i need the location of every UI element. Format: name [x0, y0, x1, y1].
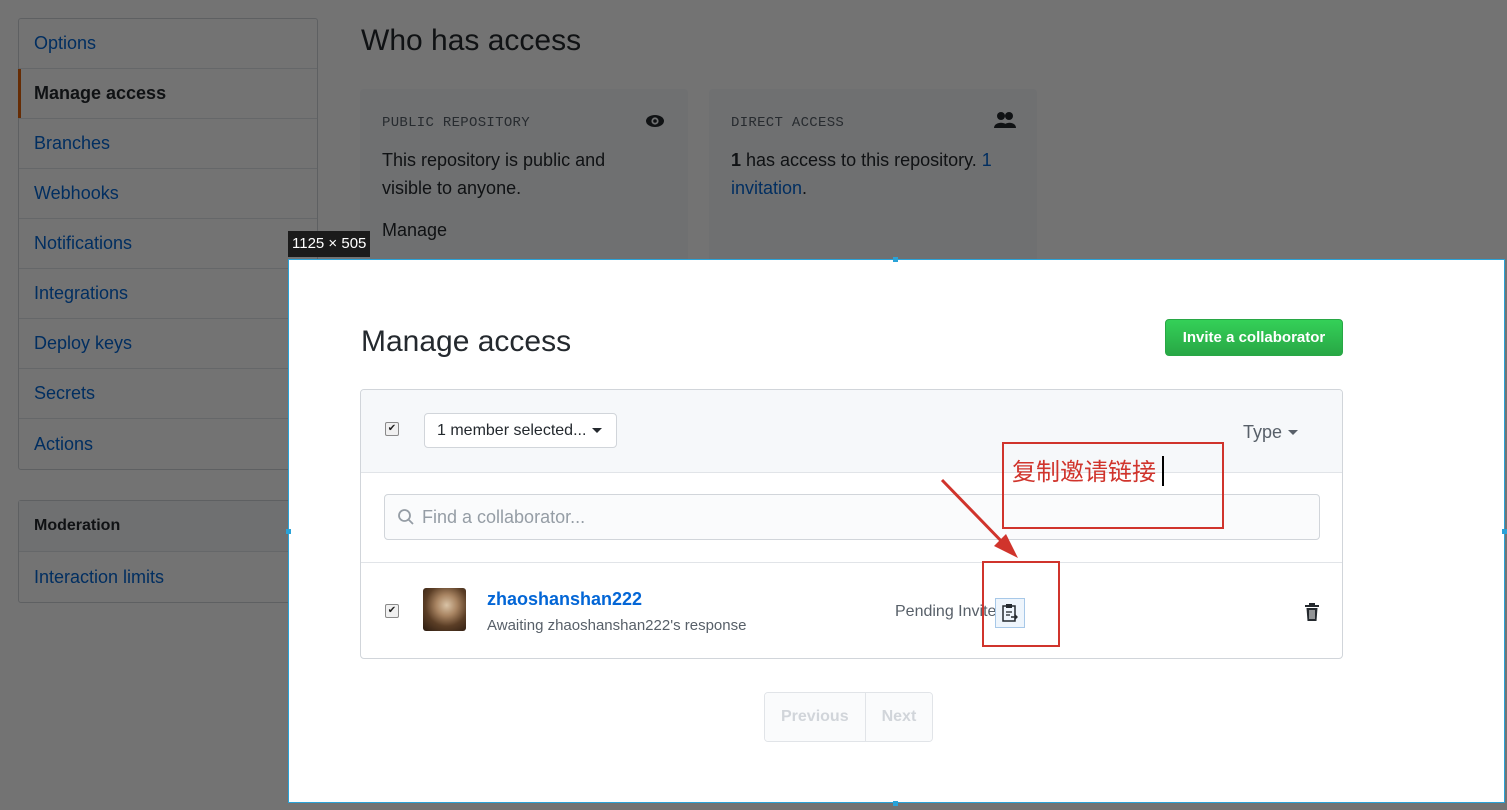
direct-access-text: 1 has access to this repository. 1 invit…: [731, 146, 1021, 202]
sidebar-item-webhooks[interactable]: Webhooks: [19, 169, 317, 219]
public-repository-text: This repository is public and visible to…: [382, 150, 606, 198]
settings-sidebar: Options Manage access Branches Webhooks …: [18, 18, 318, 470]
direct-access-description: has access to this repository.: [741, 150, 982, 170]
direct-access-suffix: .: [802, 178, 808, 198]
select-all-checkbox[interactable]: ✔: [385, 422, 399, 436]
annotation-text: 复制邀请链接: [1012, 458, 1156, 486]
sidebar-item-branches[interactable]: Branches: [19, 119, 317, 169]
invite-collaborator-button[interactable]: Invite a collaborator: [1165, 319, 1343, 356]
pagination: Previous Next: [764, 692, 934, 742]
search-icon: [397, 508, 415, 526]
resize-handle-left[interactable]: [286, 529, 291, 534]
member-username-link[interactable]: zhaoshanshan222: [487, 589, 642, 610]
previous-page-button[interactable]: Previous: [765, 693, 865, 741]
direct-access-count: 1: [731, 150, 742, 170]
sidebar-item-interaction-limits[interactable]: Interaction limits: [19, 552, 317, 602]
member-row-checkbox[interactable]: ✔: [385, 604, 399, 618]
public-repository-label: PUBLIC REPOSITORY: [382, 115, 530, 131]
member-status-text: Awaiting zhaoshanshan222's response: [487, 617, 747, 634]
annotation-arrow: [940, 478, 1018, 558]
public-repository-box: PUBLIC REPOSITORY This repository is pub…: [360, 89, 688, 267]
resize-handle-top[interactable]: [893, 257, 898, 262]
avatar: [423, 588, 466, 631]
next-page-button[interactable]: Next: [864, 693, 933, 741]
moderation-heading: Moderation: [19, 501, 317, 552]
direct-access-label: DIRECT ACCESS: [731, 115, 845, 131]
moderation-sidebar: Moderation Interaction limits: [18, 500, 318, 603]
type-filter-label: Type: [1243, 422, 1283, 442]
sidebar-item-manage-access[interactable]: Manage access: [18, 69, 317, 119]
text-cursor: [1162, 456, 1164, 486]
sidebar-item-notifications[interactable]: Notifications: [19, 219, 317, 269]
manage-access-title: Manage access: [361, 325, 572, 358]
chevron-down-icon: [1288, 430, 1299, 435]
member-selected-label: 1 member selected...: [437, 421, 587, 439]
sidebar-item-secrets[interactable]: Secrets: [19, 369, 317, 419]
sidebar-item-deploy-keys[interactable]: Deploy keys: [19, 319, 317, 369]
chevron-down-icon: [592, 428, 603, 433]
trash-icon: [1304, 602, 1320, 622]
people-icon: [993, 111, 1017, 134]
eye-icon: [645, 113, 665, 134]
direct-access-box: DIRECT ACCESS 1 has access to this repos…: [709, 89, 1037, 267]
manage-link[interactable]: Manage: [382, 216, 447, 244]
sidebar-item-integrations[interactable]: Integrations: [19, 269, 317, 319]
remove-member-button[interactable]: [1304, 602, 1320, 622]
type-filter-dropdown[interactable]: Type: [1243, 422, 1299, 443]
who-has-access-title: Who has access: [361, 24, 582, 57]
sidebar-item-options[interactable]: Options: [19, 19, 317, 69]
sidebar-item-actions[interactable]: Actions: [19, 419, 317, 469]
resize-handle-right[interactable]: [1502, 529, 1507, 534]
search-placeholder: Find a collaborator...: [422, 506, 586, 527]
row-divider: [361, 562, 1342, 563]
annotation-highlight-box: [982, 561, 1060, 647]
capture-size-label: 1125 × 505: [288, 231, 371, 257]
member-selected-dropdown[interactable]: 1 member selected...: [424, 413, 617, 448]
resize-handle-bottom[interactable]: [893, 801, 898, 806]
